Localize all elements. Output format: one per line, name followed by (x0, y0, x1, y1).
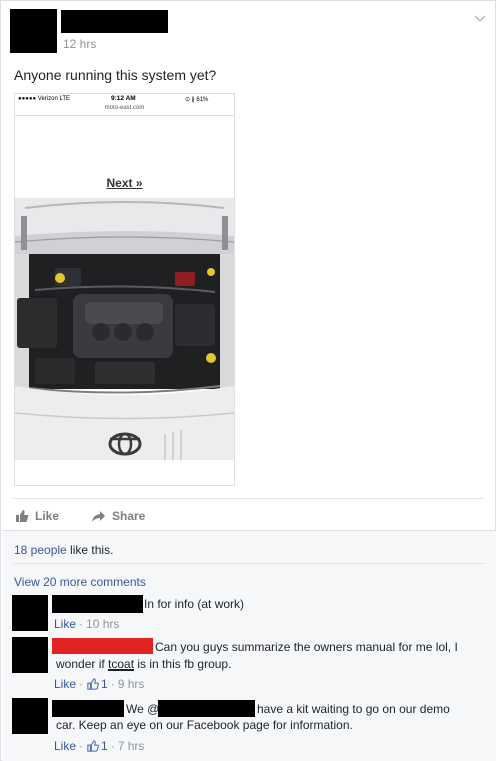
like-button-label: Like (35, 509, 60, 523)
author-name-redacted[interactable] (61, 10, 168, 33)
comment-like-link[interactable]: Like (54, 677, 76, 691)
view-more-comments-link[interactable]: View 20 more comments (14, 575, 146, 589)
phone-status-bar: ●●●●● Verizon LTE 9:12 AM ⊙ ∦ 61% (15, 94, 234, 105)
comment-text-line2: car. Keep an eye on our Facebook page fo… (56, 718, 353, 732)
comment-like-count[interactable]: 1 (101, 677, 108, 691)
thumbs-up-icon (87, 678, 99, 690)
comment-text-part: have a kit waiting to go on our demo (257, 702, 450, 716)
post-text: Anyone running this system yet? (14, 67, 217, 83)
comment-time[interactable]: 7 hrs (118, 739, 145, 753)
share-button-label: Share (112, 509, 146, 523)
next-link: Next » (106, 176, 143, 190)
chevron-down-icon[interactable] (473, 13, 487, 25)
commenter-name-redacted[interactable] (52, 595, 143, 613)
comment-time[interactable]: 10 hrs (86, 617, 119, 631)
share-button[interactable]: Share (91, 509, 145, 523)
comment-meta: Like · 10 hrs (54, 617, 119, 631)
like-button[interactable]: Like (15, 509, 59, 523)
thumbs-up-icon (16, 510, 29, 522)
commenter-avatar-redacted[interactable] (12, 637, 48, 673)
comment-text: In for info (at work) (144, 597, 245, 611)
status-battery: ⊙ ∦ 61% (185, 97, 209, 103)
status-carrier: ●●●●● Verizon LTE (18, 96, 71, 102)
share-arrow-icon (92, 510, 105, 522)
comment-text-part: We @ (126, 702, 160, 716)
commenter-avatar-redacted[interactable] (12, 698, 48, 734)
comment-text: Can you guys summarize the owners manual… (155, 640, 458, 654)
divider (13, 498, 484, 499)
engine-bay-photo (15, 198, 234, 460)
comment-like-link[interactable]: Like (54, 739, 76, 753)
author-avatar-redacted[interactable] (10, 9, 57, 53)
likes-count-link[interactable]: 18 people (14, 543, 67, 557)
status-time: 9:12 AM (111, 95, 136, 102)
divider (13, 563, 484, 564)
separator-dot: · (79, 677, 84, 691)
divider (15, 115, 234, 116)
phone-url: moto-east.com (104, 105, 145, 111)
shared-image[interactable]: ●●●●● Verizon LTE 9:12 AM ⊙ ∦ 61% moto-e… (14, 93, 235, 486)
comments-section: 18 people like this. View 20 more commen… (2, 530, 496, 761)
likes-suffix: like this. (66, 543, 114, 557)
thumbs-up-icon (87, 740, 99, 752)
separator-dot: · (79, 617, 84, 631)
comment-meta: Like · 1 · 7 hrs (54, 739, 144, 753)
separator-dot: · (110, 739, 115, 753)
separator-dot: · (110, 677, 115, 691)
comment-meta: Like · 1 · 9 hrs (54, 677, 144, 691)
commenter-avatar-redacted[interactable] (12, 595, 48, 631)
likes-summary: 18 people like this. (14, 543, 113, 557)
post-timestamp[interactable]: 12 hrs (63, 37, 96, 51)
comment-text-line2: wonder if tcoat is in this fb group. (56, 656, 231, 673)
commenter-name-redacted[interactable] (52, 638, 153, 654)
commenter-name-redacted[interactable] (52, 700, 124, 717)
comment-time[interactable]: 9 hrs (118, 677, 145, 691)
comment-like-count[interactable]: 1 (101, 739, 108, 753)
comment-mentioned-word: tcoat (108, 657, 135, 671)
mentioned-page-redacted[interactable] (158, 700, 255, 717)
separator-dot: · (79, 739, 84, 753)
comment-text-part: wonder if (56, 657, 109, 671)
post-card: 12 hrs Anyone running this system yet? ●… (0, 0, 496, 761)
comment-like-link[interactable]: Like (54, 617, 76, 631)
image-bottom (15, 460, 234, 485)
comment-text-part: is in this fb group. (134, 657, 232, 671)
